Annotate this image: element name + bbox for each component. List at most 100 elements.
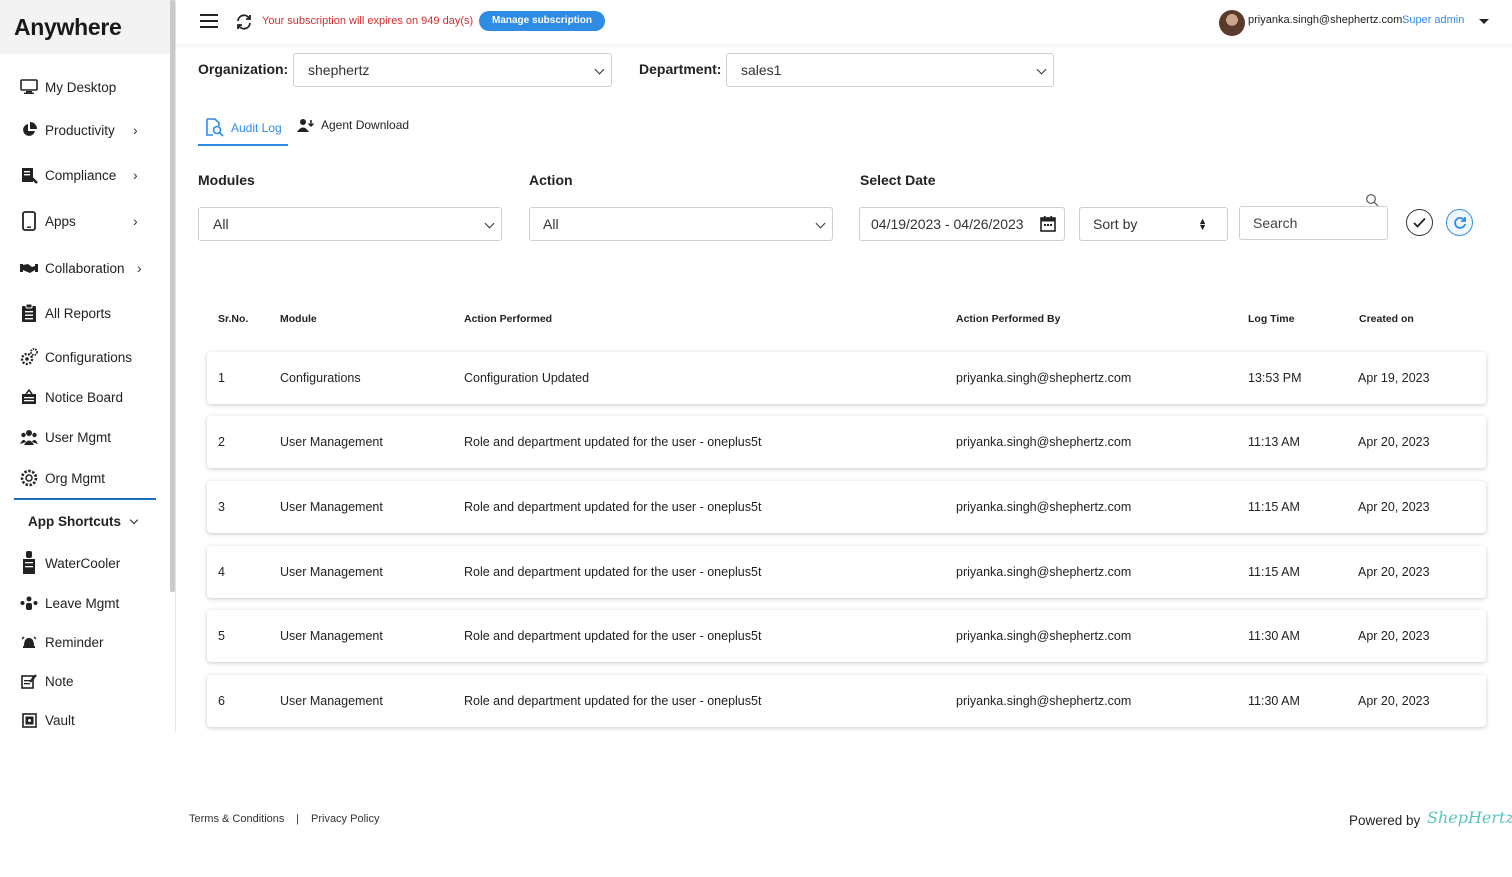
user-menu-caret-icon[interactable] bbox=[1479, 19, 1489, 24]
chevron-down-icon bbox=[129, 515, 139, 525]
alarm-icon bbox=[20, 633, 38, 651]
vault-icon bbox=[20, 711, 38, 729]
cell-sr-no: 1 bbox=[218, 371, 225, 385]
sidebar-item-label: Vault bbox=[45, 712, 75, 728]
sidebar-item-configurations[interactable]: Configurations bbox=[20, 348, 160, 366]
cell-action: Role and department updated for the user… bbox=[464, 500, 762, 514]
cell-action: Role and department updated for the user… bbox=[464, 435, 762, 449]
department-select[interactable]: sales1 bbox=[726, 53, 1054, 87]
apply-button[interactable] bbox=[1406, 209, 1433, 236]
top-bar: Your subscription will expires on 949 da… bbox=[176, 0, 1512, 44]
table-row[interactable]: 4 User Management Role and department up… bbox=[207, 546, 1486, 598]
chevron-right-icon: › bbox=[133, 167, 138, 183]
organization-select[interactable]: shephertz bbox=[293, 53, 612, 87]
sidebar-item-org-mgmt[interactable]: Org Mgmt bbox=[20, 469, 160, 487]
sidebar-item-label: WaterCooler bbox=[45, 555, 121, 571]
cell-module: User Management bbox=[280, 565, 383, 579]
pie-chart-icon bbox=[20, 121, 38, 139]
table-row[interactable]: 5 User Management Role and department up… bbox=[207, 610, 1486, 662]
select-date-label: Select Date bbox=[860, 172, 936, 188]
sync-icon[interactable] bbox=[234, 12, 254, 32]
shephertz-logo[interactable]: ShepHertz bbox=[1427, 808, 1512, 827]
cell-created-on: Apr 20, 2023 bbox=[1358, 565, 1430, 579]
sidebar-item-my-desktop[interactable]: My Desktop bbox=[20, 78, 160, 96]
sidebar-item-collaboration[interactable]: Collaboration › bbox=[20, 259, 160, 277]
table-row[interactable]: 1 Configurations Configuration Updated p… bbox=[207, 352, 1486, 404]
table-row[interactable]: 2 User Management Role and department up… bbox=[207, 416, 1486, 468]
sidebar-item-notice-board[interactable]: Notice Board bbox=[20, 388, 160, 406]
department-value: sales1 bbox=[741, 62, 782, 78]
action-label: Action bbox=[529, 172, 573, 188]
search-input[interactable] bbox=[1239, 206, 1388, 240]
cell-module: User Management bbox=[280, 435, 383, 449]
column-header-created-on: Created on bbox=[1359, 313, 1414, 325]
app-shortcuts-toggle[interactable]: App Shortcuts bbox=[28, 514, 139, 529]
sidebar-scrollbar[interactable] bbox=[170, 0, 175, 592]
calendar-icon[interactable] bbox=[1040, 216, 1056, 232]
sort-by-label: Sort by bbox=[1093, 216, 1138, 232]
terms-link[interactable]: Terms & Conditions bbox=[189, 813, 284, 825]
privacy-link[interactable]: Privacy Policy bbox=[311, 813, 379, 825]
sidebar-item-productivity[interactable]: Productivity › bbox=[20, 121, 160, 139]
cell-module: User Management bbox=[280, 694, 383, 708]
sidebar-item-vault[interactable]: Vault bbox=[20, 711, 160, 729]
column-header-module: Module bbox=[280, 313, 317, 325]
avatar[interactable] bbox=[1219, 10, 1245, 36]
table-row[interactable]: 3 User Management Role and department up… bbox=[207, 481, 1486, 533]
cell-module: User Management bbox=[280, 500, 383, 514]
sort-by-select[interactable]: Sort by ▲ ▼ bbox=[1079, 207, 1228, 241]
cell-action: Role and department updated for the user… bbox=[464, 694, 762, 708]
gears-icon bbox=[20, 348, 38, 366]
modules-select[interactable]: All bbox=[198, 207, 502, 241]
sidebar-item-watercooler[interactable]: WaterCooler bbox=[20, 551, 160, 574]
app-shortcuts-title: App Shortcuts bbox=[28, 514, 121, 529]
chevron-down-icon bbox=[594, 64, 605, 75]
chevron-down-icon bbox=[1036, 64, 1047, 75]
sidebar-item-all-reports[interactable]: All Reports bbox=[20, 303, 160, 322]
cell-created-on: Apr 20, 2023 bbox=[1358, 435, 1430, 449]
table-row[interactable]: 6 User Management Role and department up… bbox=[207, 675, 1486, 727]
chevron-right-icon: › bbox=[133, 122, 138, 138]
cell-performed-by: priyanka.singh@shephertz.com bbox=[956, 500, 1132, 514]
manage-subscription-button[interactable]: Manage subscription bbox=[479, 11, 606, 31]
sidebar-item-leave-mgmt[interactable]: Leave Mgmt bbox=[20, 594, 160, 612]
cell-sr-no: 4 bbox=[218, 565, 225, 579]
sidebar-item-apps[interactable]: Apps › bbox=[20, 211, 160, 231]
cell-created-on: Apr 19, 2023 bbox=[1358, 371, 1430, 385]
footer-separator: | bbox=[296, 813, 299, 825]
sidebar-item-label: Notice Board bbox=[45, 389, 124, 405]
chevron-right-icon: › bbox=[133, 213, 138, 229]
search-icon bbox=[1366, 194, 1379, 207]
tab-label: Audit Log bbox=[231, 120, 282, 135]
clipboard-icon bbox=[20, 303, 38, 322]
cell-log-time: 13:53 PM bbox=[1248, 371, 1302, 385]
tab-audit-log[interactable]: Audit Log bbox=[205, 118, 282, 137]
column-header-sr-no: Sr.No. bbox=[218, 313, 249, 325]
org-gear-icon bbox=[20, 469, 38, 487]
cell-created-on: Apr 20, 2023 bbox=[1358, 500, 1430, 514]
sidebar-item-label: Leave Mgmt bbox=[45, 595, 120, 611]
organization-value: shephertz bbox=[308, 62, 370, 78]
sidebar-item-note[interactable]: Note bbox=[20, 672, 160, 690]
menu-icon[interactable] bbox=[200, 14, 218, 28]
sidebar-item-user-mgmt[interactable]: User Mgmt bbox=[20, 428, 160, 446]
agent-download-icon bbox=[297, 119, 315, 132]
notice-board-icon bbox=[20, 388, 38, 406]
sidebar-item-reminder[interactable]: Reminder bbox=[20, 633, 160, 651]
action-select[interactable]: All bbox=[529, 207, 833, 241]
note-icon bbox=[20, 672, 38, 690]
app-logo[interactable]: Anywhere bbox=[14, 14, 122, 41]
user-role: Super admin bbox=[1402, 14, 1465, 26]
users-icon bbox=[20, 428, 38, 446]
check-icon bbox=[1413, 217, 1426, 228]
tab-agent-download[interactable]: Agent Download bbox=[297, 118, 409, 132]
sidebar-item-compliance[interactable]: Compliance › bbox=[20, 166, 160, 184]
cell-module: User Management bbox=[280, 629, 383, 643]
subscription-notice: Your subscription will expires on 949 da… bbox=[262, 15, 474, 27]
reset-button[interactable] bbox=[1446, 209, 1473, 236]
sidebar-item-label: Org Mgmt bbox=[45, 470, 106, 486]
sidebar-item-label: Collaboration bbox=[45, 260, 125, 276]
cell-sr-no: 3 bbox=[218, 500, 225, 514]
date-range-picker[interactable]: 04/19/2023 - 04/26/2023 bbox=[859, 207, 1065, 241]
cell-module: Configurations bbox=[280, 371, 361, 385]
